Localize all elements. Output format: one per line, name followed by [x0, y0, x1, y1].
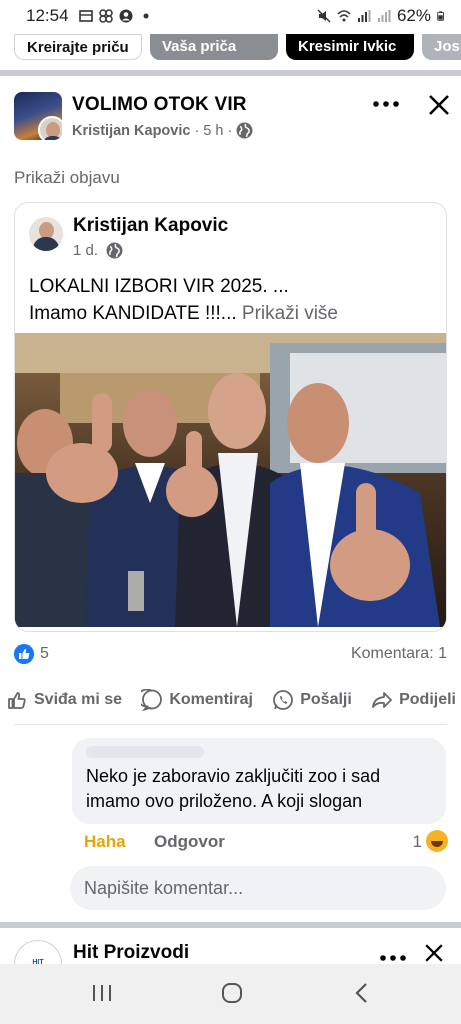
haha-emoji-icon [426, 830, 448, 852]
reactions-bar: 5 Komentara: 1 [14, 644, 447, 666]
gallery-icon [78, 10, 93, 22]
post-actions: Sviđa mi se Komentiraj Pošalji Podijeli [6, 686, 456, 714]
account-icon [119, 9, 133, 23]
shared-post-card[interactable]: Kristijan Kapovic 1 d. LOKALNI IZBORI VI… [14, 202, 447, 632]
meta-dot-2: · [227, 122, 233, 139]
story-next[interactable]: Josi [422, 34, 461, 60]
comment-bubble[interactable]: Neko je zaboravio zaključiti zoo i sad i… [72, 738, 446, 824]
post-header: VOLIMO OTOK VIR Kristijan Kapovic · 5 h … [14, 90, 454, 146]
commenter-name-blurred [86, 746, 204, 758]
feed-divider [0, 70, 461, 76]
comment-button[interactable]: Komentiraj [141, 686, 253, 714]
globe-icon [106, 242, 123, 259]
comment-reaction-count[interactable]: 1 [413, 832, 422, 852]
post-time[interactable]: 5 h [203, 123, 223, 139]
back-icon[interactable] [342, 978, 382, 1008]
share-button[interactable]: Podijeli [371, 686, 456, 714]
meta-dot: · [194, 122, 200, 139]
post-divider [0, 922, 461, 928]
recent-apps-icon[interactable] [82, 978, 122, 1008]
commenter-avatar[interactable] [24, 742, 62, 780]
signal-2-icon [377, 10, 391, 22]
globe-icon [236, 122, 253, 139]
show-post-link[interactable]: Prikaži objavu [14, 168, 120, 188]
status-time: 12:54 [26, 6, 69, 25]
pinwheel-icon [98, 9, 113, 23]
like-reaction-icon[interactable] [14, 644, 34, 664]
story-friend[interactable]: Kresimir Ivkic [286, 34, 414, 60]
group-avatar[interactable] [14, 92, 62, 140]
shared-author-avatar[interactable] [29, 217, 63, 251]
comment-icon [141, 689, 163, 711]
shared-meta: 1 d. [73, 242, 123, 259]
actions-divider [14, 724, 447, 725]
haha-reaction-button[interactable]: Haha [84, 832, 126, 852]
battery-percent: 62% [396, 6, 431, 25]
signal-icon [357, 10, 371, 22]
story-create[interactable]: Kreirajte priču [14, 34, 142, 60]
notification-icons [78, 9, 153, 23]
shared-text-line-2: Imamo KANDIDATE !!!... [29, 303, 237, 324]
close-icon[interactable] [421, 940, 447, 966]
share-label: Podijeli [399, 691, 456, 708]
story-your[interactable]: Vaša priča [150, 34, 278, 60]
post-author[interactable]: Kristijan Kapovic [72, 123, 190, 139]
mute-icon [317, 9, 331, 23]
group-name[interactable]: VOLIMO OTOK VIR [72, 94, 247, 116]
comment-count[interactable]: Komentara: 1 [351, 645, 447, 663]
stories-strip: Kreirajte priču Vaša priča Kresimir Ivki… [0, 32, 461, 62]
home-icon[interactable] [212, 978, 252, 1008]
comment-text: Neko je zaboravio zaključiti zoo i sad i… [86, 764, 432, 814]
like-label: Sviđa mi se [34, 691, 123, 708]
comment-label: Komentiraj [169, 691, 253, 708]
shared-time[interactable]: 1 d. [73, 242, 98, 259]
shared-post-text: LOKALNI IZBORI VIR 2025. ... Imamo KANDI… [29, 273, 338, 327]
write-comment-input[interactable]: Napišite komentar... [70, 866, 446, 910]
wifi-icon [337, 10, 351, 22]
more-options-icon[interactable] [370, 92, 402, 116]
send-button[interactable]: Pošalji [272, 686, 352, 714]
reaction-count[interactable]: 5 [40, 645, 49, 663]
whatsapp-icon [273, 690, 294, 710]
like-button[interactable]: Sviđa mi se [6, 686, 122, 714]
close-icon[interactable] [424, 90, 454, 120]
reply-button[interactable]: Odgovor [154, 832, 225, 852]
share-icon [372, 692, 392, 708]
post-meta: Kristijan Kapovic · 5 h · [72, 122, 253, 139]
post-photo[interactable] [14, 333, 447, 627]
send-label: Pošalji [300, 691, 352, 708]
battery-icon [437, 11, 444, 21]
comment-text-line-1: Neko je zaboravio zaključiti zoo i sad [86, 766, 381, 786]
author-avatar[interactable] [38, 116, 62, 140]
thumbs-up-icon [8, 692, 26, 709]
shared-text-line-1: LOKALNI IZBORI VIR 2025. ... [29, 276, 289, 297]
status-bar: 12:54 62% [0, 0, 461, 32]
system-nav-bar [0, 964, 461, 1024]
see-more-link[interactable]: Prikaži više [242, 303, 338, 324]
dot-icon [143, 13, 149, 19]
shared-author-name[interactable]: Kristijan Kapovic [73, 215, 228, 237]
comment-text-line-2: imamo ovo priloženo. A koji slogan [86, 791, 363, 811]
next-post-name[interactable]: Hit Proizvodi [73, 942, 189, 964]
